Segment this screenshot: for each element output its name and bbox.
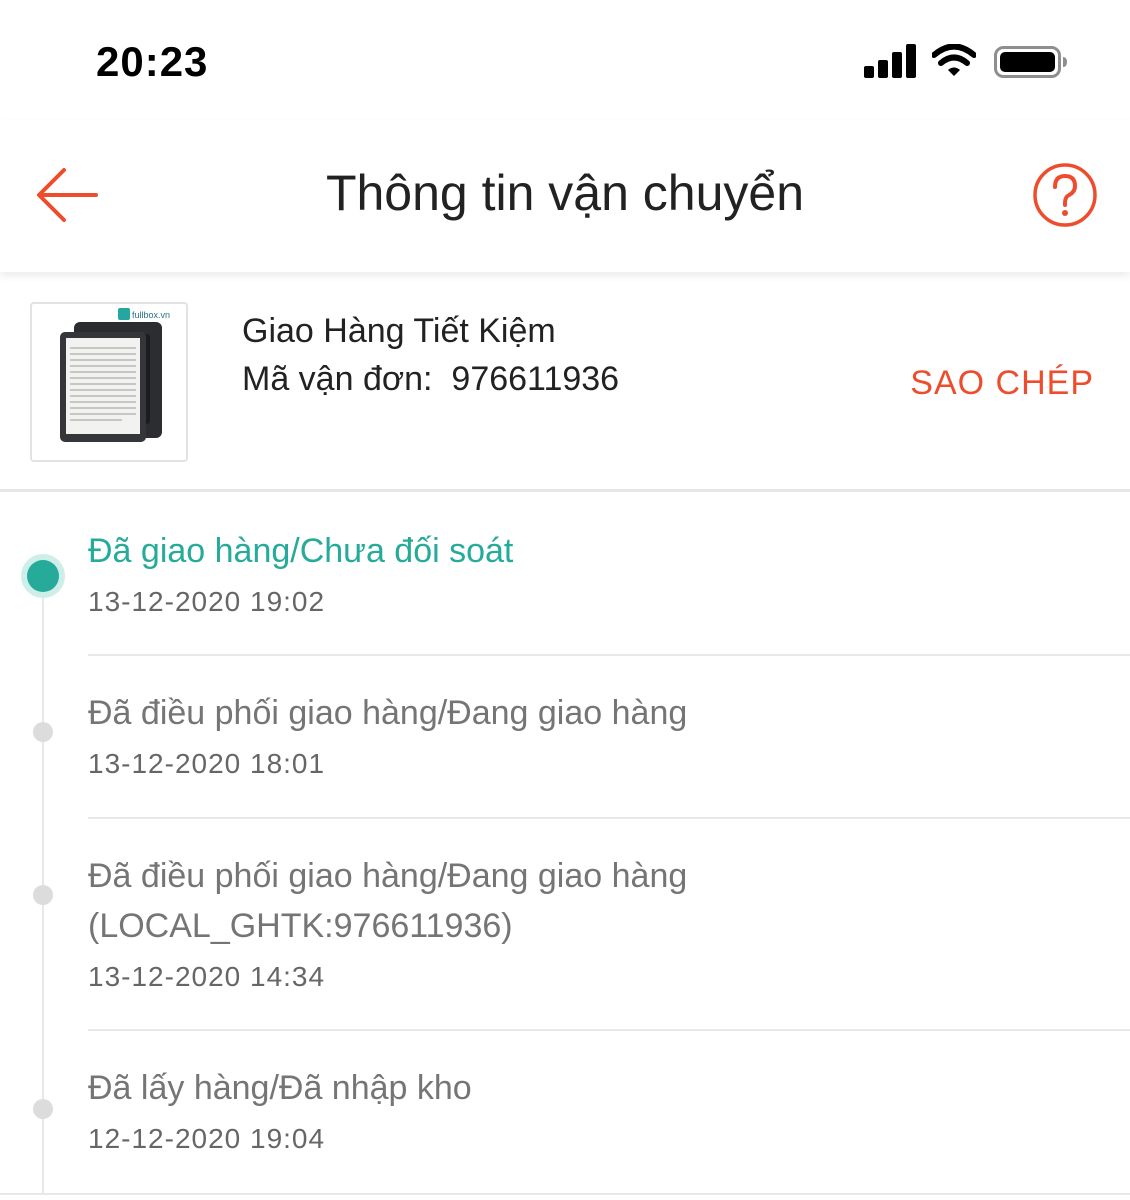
- event-time: 13-12-2020 14:34: [88, 961, 326, 992]
- shipment-card: fullbox.vn Giao Hàng Tiết Kiệm Mã vận đơ…: [0, 272, 1130, 492]
- tracking-label: Mã vận đơn:: [242, 360, 433, 398]
- event-status: Đã điều phối giao hàng/Đang giao hàng: [88, 857, 688, 895]
- event-divider: [0, 1193, 1130, 1195]
- tracking-timeline: Đã giao hàng/Chưa đối soát 13-12-2020 19…: [0, 494, 1130, 1200]
- header: Thông tin vận chuyển: [0, 120, 1130, 272]
- battery-icon: [994, 46, 1067, 78]
- status-time: 20:23: [96, 38, 209, 85]
- timeline-dot: [33, 885, 53, 905]
- event-time: 13-12-2020 18:01: [88, 748, 326, 779]
- page-title: Thông tin vận chuyển: [325, 165, 805, 221]
- event-status-detail: (LOCAL_GHTK:976611936): [88, 907, 513, 945]
- event-status: Đã điều phối giao hàng/Đang giao hàng: [88, 694, 688, 732]
- event-time: 13-12-2020 19:02: [88, 586, 326, 617]
- wifi-icon: [932, 44, 976, 76]
- cellular-signal-icon: [864, 44, 916, 78]
- carrier-name: Giao Hàng Tiết Kiệm: [242, 312, 556, 350]
- status-bar: 20:23: [0, 0, 1130, 120]
- timeline-dot: [33, 1099, 53, 1119]
- event-status: Đã giao hàng/Chưa đối soát: [88, 532, 514, 570]
- timeline-event: Đã lấy hàng/Đã nhập kho 12-12-2020 19:04: [0, 1031, 1130, 1196]
- shipping-info-screen: 20:23 Thông tin vận chuyển fullbox.vn Gi…: [0, 0, 1130, 1200]
- timeline-dot: [33, 722, 53, 742]
- tracking-row: Mã vận đơn: 976611936: [242, 360, 619, 399]
- event-status: Đã lấy hàng/Đã nhập kho: [88, 1069, 472, 1107]
- timeline-event: Đã điều phối giao hàng/Đang giao hàng 13…: [0, 656, 1130, 820]
- timeline-event: Đã giao hàng/Chưa đối soát 13-12-2020 19…: [0, 494, 1130, 656]
- product-thumbnail[interactable]: fullbox.vn: [30, 302, 188, 462]
- thumbnail-logo-text: fullbox.vn: [132, 310, 170, 320]
- timeline-event: Đã điều phối giao hàng/Đang giao hàng (L…: [0, 819, 1130, 1031]
- timeline-dot-active: [27, 560, 59, 592]
- status-icons: [864, 40, 1074, 84]
- event-time: 12-12-2020 19:04: [88, 1123, 326, 1154]
- help-icon[interactable]: [1032, 162, 1098, 228]
- ereader-image: fullbox.vn: [32, 304, 186, 460]
- tracking-number: 976611936: [451, 360, 620, 398]
- copy-button[interactable]: SAO CHÉP: [910, 364, 1094, 403]
